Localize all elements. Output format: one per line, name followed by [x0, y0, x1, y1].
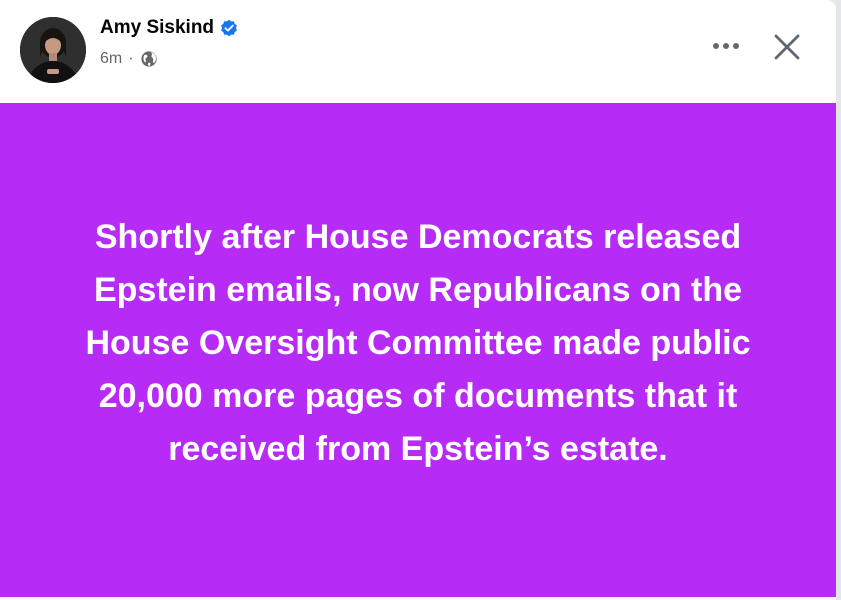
post-timestamp[interactable]: 6m [100, 49, 122, 69]
author-name[interactable]: Amy Siskind [100, 16, 214, 40]
author-row: Amy Siskind [100, 16, 238, 40]
meta-separator: · [128, 50, 134, 67]
close-icon [774, 34, 800, 60]
background-edge [836, 0, 841, 600]
globe-icon[interactable] [140, 50, 158, 68]
post-card: Amy Siskind 6m · Shortly after House Dem… [0, 0, 836, 600]
post-meta: 6m · [100, 49, 158, 69]
verified-badge-icon [220, 19, 238, 37]
more-options-icon [713, 43, 739, 49]
avatar-image [20, 17, 86, 83]
post-content-panel: Shortly after House Democrats released E… [0, 103, 836, 597]
close-button[interactable] [766, 26, 808, 68]
post-header: Amy Siskind 6m · [0, 0, 836, 103]
more-options-button[interactable] [706, 28, 746, 64]
post-body-text: Shortly after House Democrats released E… [85, 217, 751, 468]
avatar[interactable] [20, 17, 86, 83]
